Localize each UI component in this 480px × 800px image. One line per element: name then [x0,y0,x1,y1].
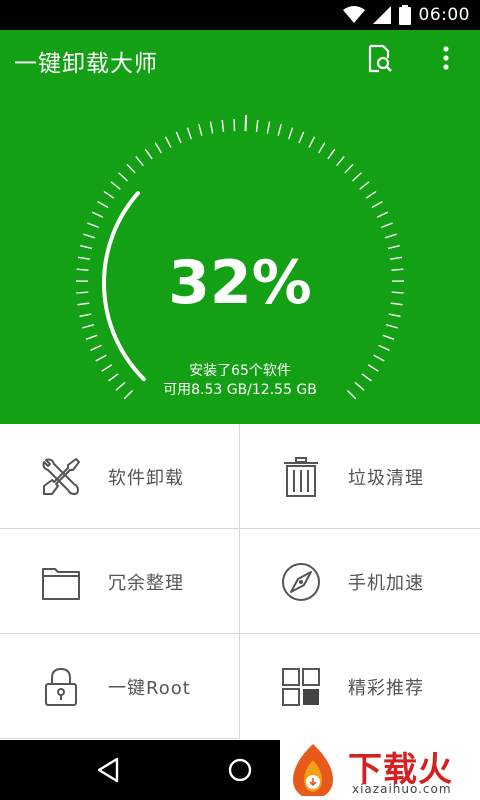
gauge-tick [381,222,393,229]
lock-icon [45,667,77,706]
gauge-tick [126,163,136,174]
wifi-icon [342,6,365,23]
gauge-tick [359,181,370,190]
gauge-tick [175,131,182,144]
more-vert-icon[interactable] [436,44,456,74]
gauge-tick [298,131,305,144]
home-icon[interactable] [225,755,255,785]
feature-label: 冗余整理 [108,573,184,594]
feature-label: 垃圾清理 [348,468,424,489]
watermark-logo: 下载火 xiazaihuo.com [280,740,480,800]
back-icon[interactable] [93,755,123,785]
wrench-screwdriver-icon [42,458,80,495]
gauge-tick [90,344,102,351]
gauge-tick [164,136,172,148]
app-title: 一键卸载大师 [14,51,158,77]
feature-phone-boost[interactable]: 手机加速 [240,529,480,634]
feature-label: 一键Root [108,678,191,699]
feature-label: 手机加速 [348,573,424,594]
gauge-tick [352,172,362,182]
flame-logo-icon [293,744,333,796]
gauge-tick [277,124,282,137]
compass-icon [282,563,320,601]
battery-icon [398,5,411,25]
gauge-tick [308,136,316,148]
gauge-tick [378,344,390,351]
app-bar: 一键卸载大师 [0,30,480,90]
feature-grid: 软件卸载 垃圾清理 冗余整理 手机加速 一键Root 精彩推荐 [0,424,480,740]
gauge-tick [244,115,248,132]
watermark-domain: xiazaihuo.com [352,782,452,796]
gauge-tick [385,324,398,329]
search-file-icon[interactable] [366,44,394,74]
gauge-tick [198,124,203,137]
gauge-tick [97,200,109,209]
folder-icon [42,568,80,600]
gauge-tick [376,211,389,218]
feature-one-click-root[interactable]: 一键Root [0,634,240,739]
storage-gauge-panel: 32% 安装了65个软件 可用8.53 GB/12.55 GB [0,90,480,424]
gauge-tick [209,121,214,134]
gauge-tick [288,127,294,140]
status-bar: 06:00 [0,0,480,30]
gauge-tick [336,155,345,167]
feature-uninstall[interactable]: 软件卸载 [0,424,240,529]
gauge-tick [371,200,383,209]
usage-percent: 32% [168,248,312,318]
storage-available: 可用8.53 GB/12.55 GB [163,382,317,398]
grid-icon [282,668,320,706]
gauge-tick [144,148,153,160]
gauge-tick [154,142,162,154]
gauge-tick [91,211,104,218]
gauge-tick [110,181,121,190]
gauge-tick [103,190,115,199]
feature-recommendations[interactable]: 精彩推荐 [240,634,480,739]
feature-label: 软件卸载 [108,468,184,489]
gauge-tick [82,324,95,329]
gauge-tick [221,119,225,132]
gauge-tick [318,142,326,154]
gauge-tick [382,334,395,340]
gauge-tick [118,172,128,182]
gauge-tick [344,163,354,174]
feature-label: 精彩推荐 [348,678,424,699]
apps-installed-count: 安装了65个软件 [189,363,291,379]
gauge-tick [365,190,377,199]
gauge-tick [135,155,144,167]
gauge-tick [384,233,397,239]
gauge-tick [266,121,271,134]
gauge-tick [327,148,336,160]
signal-icon [372,6,391,24]
gauge-tick [87,222,99,229]
status-time: 06:00 [418,5,470,25]
trash-icon [284,457,318,497]
gauge-tick [255,119,259,132]
feature-junk-clean[interactable]: 垃圾清理 [240,424,480,529]
feature-redundant-organize[interactable]: 冗余整理 [0,529,240,634]
gauge-tick [83,233,96,239]
gauge-tick [186,127,192,140]
gauge-tick [85,334,98,340]
